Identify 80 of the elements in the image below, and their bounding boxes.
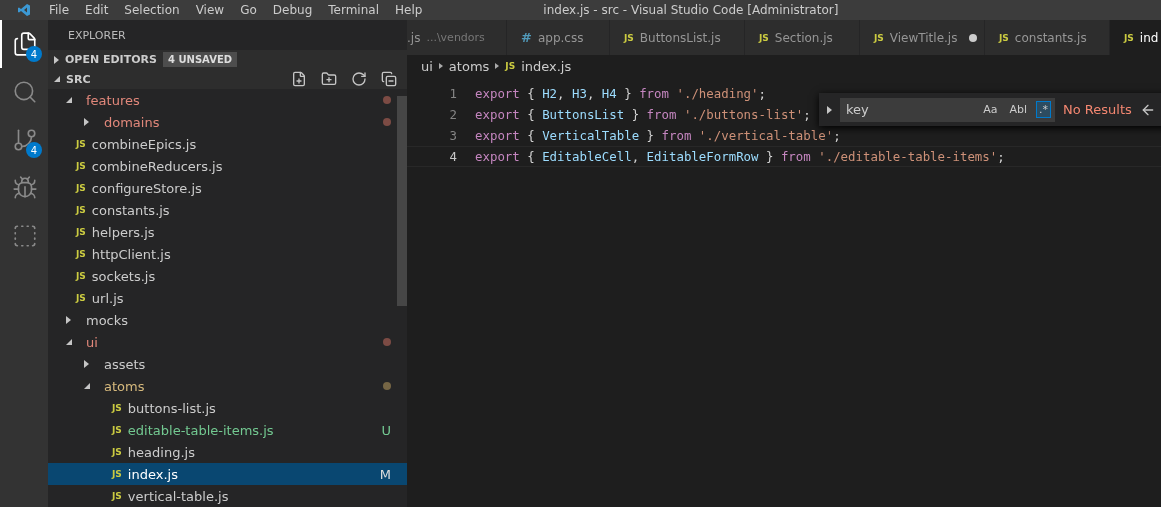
file-type-icon: JS bbox=[999, 32, 1009, 43]
editor-tab[interactable]: JS ViewTitle.js bbox=[860, 20, 985, 55]
code-line: export { EditableCell, EditableFormRow } from './editable-table-items'; bbox=[475, 149, 1005, 164]
find-option[interactable]: Abl bbox=[1006, 101, 1030, 118]
git-status: M bbox=[379, 466, 391, 482]
tree-item[interactable]: JS vertical-table.js bbox=[48, 485, 407, 507]
editor-tab[interactable]: JS constants.js bbox=[985, 20, 1110, 55]
js-file-icon: JS bbox=[112, 403, 122, 413]
menu-item[interactable]: File bbox=[41, 3, 78, 17]
js-file-icon: JS bbox=[76, 161, 86, 171]
js-file-icon: JS bbox=[112, 425, 122, 435]
tree-item[interactable]: domains bbox=[48, 111, 407, 133]
breadcrumb[interactable]: atoms bbox=[448, 58, 490, 74]
menu-item[interactable]: View bbox=[187, 3, 233, 17]
line-number: 4 bbox=[448, 149, 458, 164]
find-option[interactable]: .* bbox=[1036, 101, 1051, 118]
git-status: U bbox=[381, 422, 391, 438]
tree-item[interactable]: JS constants.js bbox=[48, 199, 407, 221]
js-file-icon: JS bbox=[505, 61, 516, 71]
menu-item[interactable]: Go bbox=[232, 3, 265, 17]
tree-item[interactable]: JS editable-table-items.js U bbox=[48, 419, 407, 441]
tree-item[interactable]: JS helpers.js bbox=[48, 221, 407, 243]
file-type-icon: JS bbox=[759, 32, 769, 43]
js-file-icon: JS bbox=[76, 205, 86, 215]
tree-item[interactable]: ui bbox=[48, 331, 407, 353]
js-file-icon: JS bbox=[76, 139, 86, 149]
line-number: 3 bbox=[448, 128, 458, 143]
tree-item[interactable]: features bbox=[48, 89, 407, 111]
js-file-icon: JS bbox=[76, 183, 86, 193]
tree-item[interactable]: JS heading.js bbox=[48, 441, 407, 463]
line-number: 2 bbox=[448, 107, 458, 122]
tree-item[interactable]: JS sockets.js bbox=[48, 265, 407, 287]
tree-item[interactable]: JS url.js bbox=[48, 287, 407, 309]
menu-item[interactable]: Help bbox=[386, 3, 431, 17]
tree-item[interactable]: atoms bbox=[48, 375, 407, 397]
menu-item[interactable]: Terminal bbox=[320, 3, 387, 17]
editor-tab[interactable]: # app.css bbox=[507, 20, 610, 55]
tree-item[interactable]: JS combineReducers.js bbox=[48, 155, 407, 177]
file-type-icon: JS bbox=[624, 32, 634, 43]
code-line: export { ButtonsList } from './buttons-list'; bbox=[475, 107, 811, 122]
find-result: No Results bbox=[1063, 102, 1132, 117]
activity-button[interactable]: 4 bbox=[0, 116, 48, 164]
menu-item[interactable]: Debug bbox=[264, 3, 321, 17]
tree-item[interactable]: mocks bbox=[48, 309, 407, 331]
editor-tab[interactable]: JS Section.js bbox=[745, 20, 860, 55]
file-type-icon: JS bbox=[1124, 32, 1134, 43]
js-file-icon: JS bbox=[112, 447, 122, 457]
js-file-icon: JS bbox=[76, 249, 86, 259]
js-file-icon: JS bbox=[112, 469, 122, 479]
tree-item[interactable]: JS combineEpics.js bbox=[48, 133, 407, 155]
js-file-icon: JS bbox=[76, 293, 86, 303]
find-field[interactable]: key Aa Abl .* bbox=[840, 97, 1055, 122]
tree-item[interactable]: JS buttons-list.js bbox=[48, 397, 407, 419]
editor-tab[interactable]: JS ButtonsList.js bbox=[610, 20, 745, 55]
find-option[interactable]: Aa bbox=[980, 101, 1001, 118]
tree-item[interactable]: assets bbox=[48, 353, 407, 375]
js-file-icon: JS bbox=[112, 491, 122, 501]
section-title[interactable]: SRC bbox=[66, 72, 91, 86]
file-type-icon: # bbox=[521, 30, 532, 45]
breadcrumb[interactable]: index.js bbox=[521, 58, 572, 74]
file-type-icon: JS bbox=[874, 32, 884, 43]
count-badge: 4 bbox=[26, 46, 42, 62]
editor-tab[interactable]: JS ind bbox=[1110, 20, 1161, 55]
breadcrumb[interactable]: ui bbox=[421, 58, 433, 74]
tree-item[interactable]: JS index.js M bbox=[48, 463, 407, 485]
menu-item[interactable]: Selection bbox=[116, 3, 188, 17]
editor-tab[interactable]: .js ...\vendors bbox=[407, 20, 507, 55]
line-number: 1 bbox=[448, 86, 458, 101]
js-file-icon: JS bbox=[76, 227, 86, 237]
js-file-icon: JS bbox=[76, 271, 86, 281]
menu-item[interactable]: Edit bbox=[77, 3, 117, 17]
sidebar-title: EXPLORER bbox=[68, 28, 126, 42]
unsaved-badge: 4 UNSAVED bbox=[162, 52, 237, 68]
tree-item[interactable]: JS httpClient.js bbox=[48, 243, 407, 265]
section-title[interactable]: OPEN EDITORS bbox=[65, 53, 157, 67]
tree-item[interactable]: JS configureStore.js bbox=[48, 177, 407, 199]
count-badge: 4 bbox=[26, 142, 42, 158]
code-line: export { VerticalTable } from './vertical-table'; bbox=[475, 128, 841, 143]
window-title: index.js - src - Visual Studio Code [Administrator] bbox=[543, 3, 839, 17]
code-line: export { H2, H3, H4 } from './heading'; bbox=[475, 86, 766, 101]
